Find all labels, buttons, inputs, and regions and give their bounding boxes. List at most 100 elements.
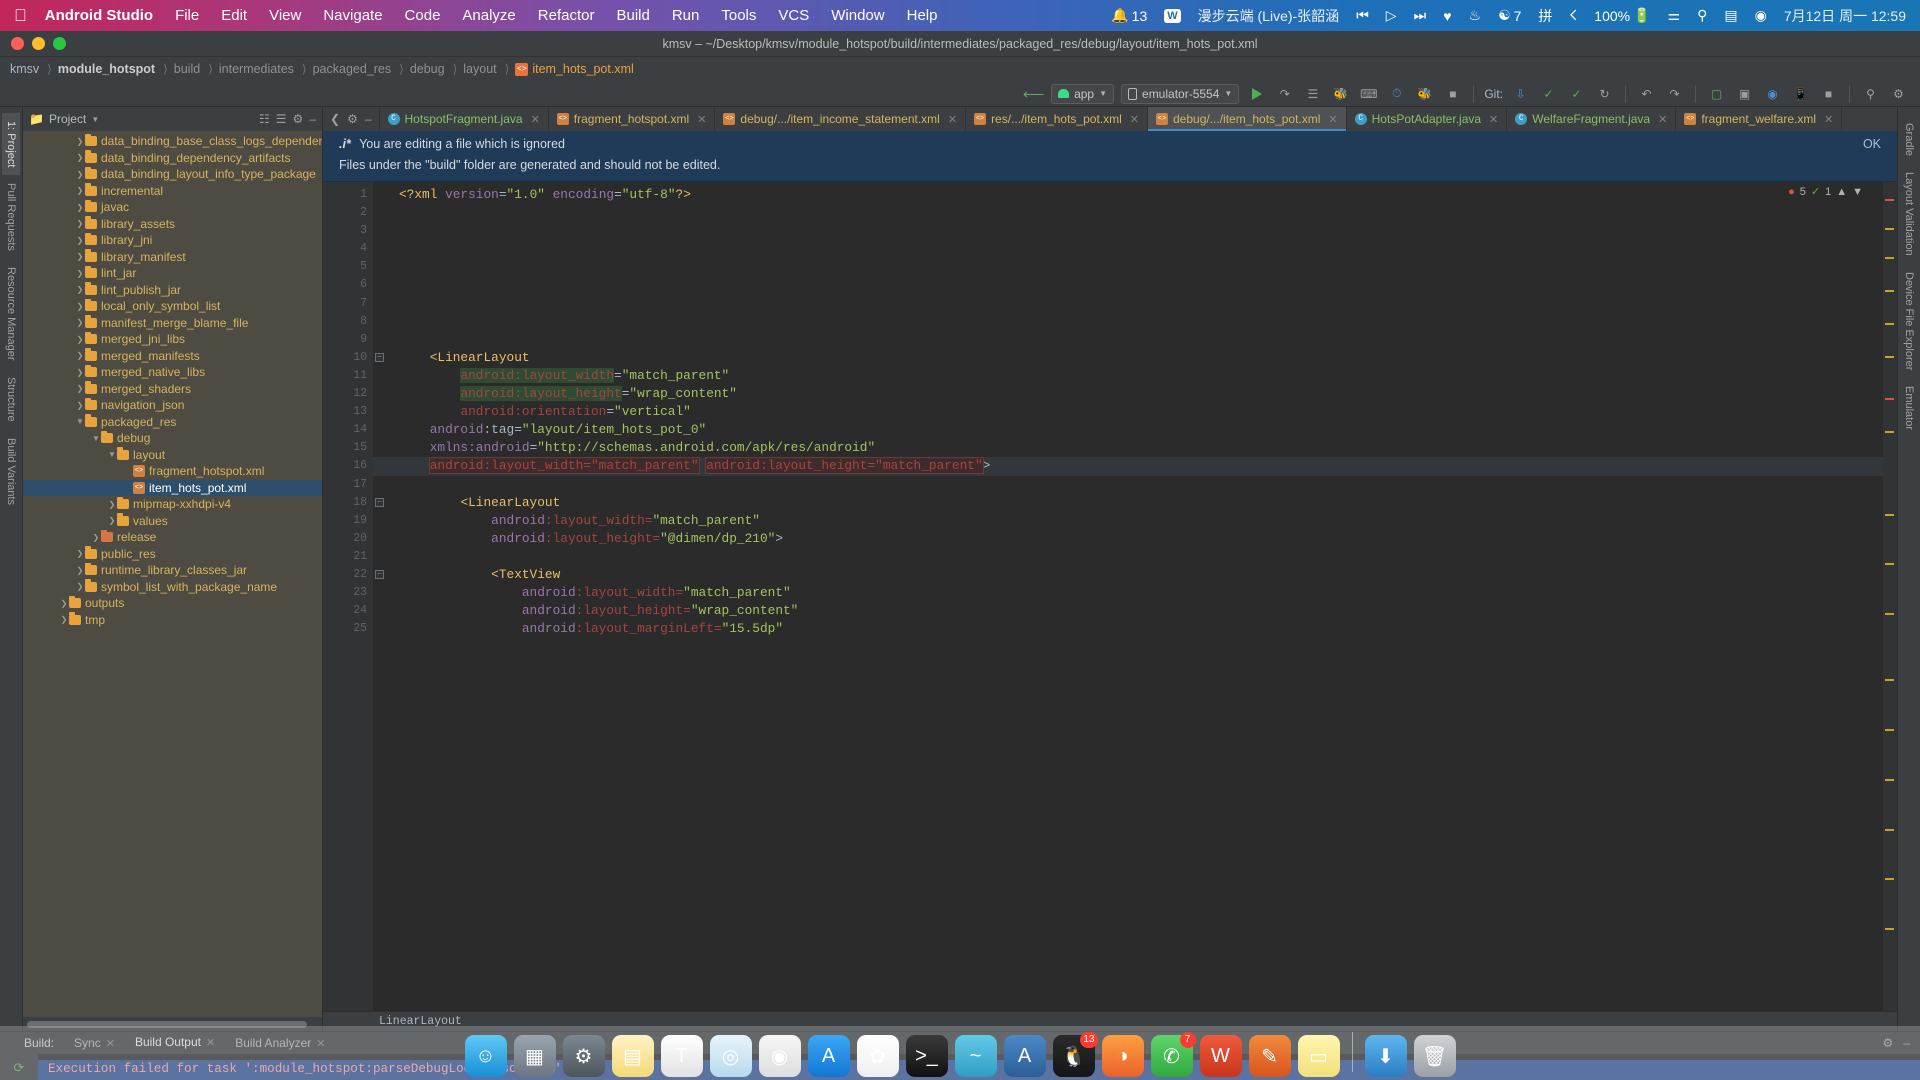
search-everywhere-icon[interactable]: ⚲ [1860, 84, 1881, 104]
launchpad-icon[interactable]: ▦ [514, 1035, 556, 1077]
wechat-icon[interactable]: ✆7 [1151, 1035, 1193, 1077]
tree-item[interactable]: ❯tmp [23, 612, 322, 629]
chevron-down-icon[interactable]: ▼ [75, 417, 85, 426]
menu-window[interactable]: Window [831, 7, 884, 24]
error-strip-mark[interactable] [1885, 928, 1894, 930]
code-line[interactable] [373, 258, 1883, 276]
git-history-icon[interactable]: ↻ [1594, 84, 1615, 104]
breadcrumb-item-kmsv[interactable]: kmsv [10, 62, 39, 76]
error-strip-mark[interactable] [1885, 290, 1894, 292]
breadcrumb-item-build[interactable]: build [174, 62, 200, 76]
chevron-right-icon[interactable]: ❯ [75, 236, 85, 245]
hide-panel-icon[interactable]: – [309, 112, 316, 126]
music-next-icon[interactable]: ⏭ [1414, 7, 1427, 24]
spotlight-search-icon[interactable]: ⚲ [1697, 7, 1707, 24]
close-icon[interactable]: ✕ [1328, 113, 1337, 126]
iterm-icon[interactable]: >_ [906, 1035, 948, 1077]
code-line[interactable]: android:orientation="vertical" [373, 403, 1883, 421]
editor-code-body[interactable]: ● 5 ✓ 1 ▲ ▼ <?xml version="1.0" encoding… [373, 182, 1883, 1011]
tree-item[interactable]: ❯data_binding_base_class_logs_dependenci… [23, 133, 322, 150]
code-line[interactable] [373, 204, 1883, 222]
breadcrumb-item-packaged-res[interactable]: packaged_res [313, 62, 392, 76]
chevron-right-icon[interactable]: ❯ [75, 368, 85, 377]
redo-icon[interactable]: ↷ [1664, 84, 1685, 104]
chevron-right-icon[interactable]: ❯ [75, 566, 85, 575]
editor-tab[interactable]: <>debug/.../item_income_statement.xml✕ [715, 107, 966, 131]
editor-tab[interactable]: <>fragment_hotspot.xml✕ [549, 107, 716, 131]
project-file-tree[interactable]: ❯data_binding_base_class_logs_dependenci… [23, 131, 322, 1017]
debug-bug-icon[interactable]: 🐝 [1330, 84, 1351, 104]
code-line[interactable] [373, 295, 1883, 313]
chevron-right-icon[interactable]: ❯ [107, 516, 117, 525]
profiler-icon[interactable]: ⏱ [1386, 84, 1407, 104]
code-line[interactable]: android:layout_height="wrap_content" [373, 602, 1883, 620]
sidebar-item-structure[interactable]: Structure [2, 369, 20, 430]
code-line[interactable]: xmlns:android="http://schemas.android.co… [373, 439, 1883, 457]
code-line[interactable]: android:layout_height="wrap_content" [373, 385, 1883, 403]
trash-icon[interactable]: 🗑 [1414, 1035, 1456, 1077]
device-selector[interactable]: emulator-5554 ▼ [1121, 84, 1239, 104]
code-line[interactable]: <LinearLayout [373, 349, 1883, 367]
code-line[interactable]: <LinearLayout [373, 494, 1883, 512]
sublime-icon[interactable]: ✎ [1249, 1035, 1291, 1077]
banner-ok-button[interactable]: OK [1863, 136, 1881, 153]
error-strip-mark[interactable] [1885, 563, 1894, 565]
code-line[interactable] [373, 476, 1883, 494]
sidebar-item-resource-manager[interactable]: Resource Manager [2, 259, 20, 369]
project-settings-gear-icon[interactable]: ⚙ [293, 112, 304, 126]
editor-tab[interactable]: <>debug/.../item_hots_pot.xml✕ [1148, 107, 1347, 131]
chevron-right-icon[interactable]: ❯ [75, 351, 85, 360]
rerun-icon[interactable]: ↷ [1274, 84, 1295, 104]
wifi-icon[interactable]: ⚌ [1668, 7, 1681, 24]
back-arrow-icon[interactable]: ⟵ [1023, 84, 1044, 104]
chevron-right-icon[interactable]: ❯ [91, 533, 101, 542]
android-studio-icon[interactable]: A [1004, 1035, 1046, 1077]
window-controls[interactable] [11, 37, 66, 50]
close-icon[interactable]: ✕ [697, 113, 706, 126]
code-line[interactable] [373, 313, 1883, 331]
sdk-manager-icon[interactable]: ▣ [1734, 84, 1755, 104]
editor-tab[interactable]: <>res/.../item_hots_pot.xml✕ [966, 107, 1148, 131]
chevron-right-icon[interactable]: ❯ [75, 269, 85, 278]
wechat-icon[interactable]: ☯7 [1498, 7, 1521, 24]
tree-item[interactable]: ❯local_only_symbol_list [23, 298, 322, 315]
chevron-right-icon[interactable]: ❯ [75, 384, 85, 393]
menu-build[interactable]: Build [616, 7, 649, 24]
layout-inspector-icon[interactable]: ◉ [1762, 84, 1783, 104]
close-icon[interactable]: ✕ [1658, 113, 1667, 126]
error-strip-mark[interactable] [1885, 878, 1894, 880]
tree-item[interactable]: ❯library_manifest [23, 249, 322, 266]
system-preferences-icon[interactable]: ⚙ [563, 1035, 605, 1077]
heart-icon[interactable]: ♥ [1443, 8, 1451, 24]
code-line[interactable]: <?xml version="1.0" encoding="utf-8"?> [373, 186, 1883, 204]
code-line[interactable] [373, 276, 1883, 294]
close-icon[interactable]: ✕ [531, 113, 540, 126]
code-line[interactable] [373, 222, 1883, 240]
stop-square-icon[interactable]: ■ [1818, 84, 1839, 104]
chevron-down-icon[interactable]: ▼ [91, 434, 101, 443]
breadcrumb-item-file[interactable]: item_hots_pot.xml [532, 62, 633, 76]
error-strip-mark[interactable] [1885, 257, 1894, 259]
tree-item[interactable]: ❯data_binding_dependency_artifacts [23, 150, 322, 167]
menu-app-name[interactable]: Android Studio [45, 7, 153, 24]
chevron-right-icon[interactable]: ❯ [75, 186, 85, 195]
firefox-icon[interactable]: ◑ [1102, 1035, 1144, 1077]
code-line[interactable]: android:layout_width="match_parent" [373, 584, 1883, 602]
close-icon[interactable]: ✕ [1824, 113, 1833, 126]
sidebar-item-emulator[interactable]: Emulator [1900, 378, 1918, 438]
avd-device-icon[interactable]: 📱 [1790, 84, 1811, 104]
chevron-right-icon[interactable]: ❯ [75, 285, 85, 294]
tree-item[interactable]: ❯incremental [23, 183, 322, 200]
tree-item[interactable]: ❯symbol_list_with_package_name [23, 579, 322, 596]
menu-edit[interactable]: Edit [221, 7, 247, 24]
chevron-right-icon[interactable]: ❯ [75, 219, 85, 228]
menu-vcs[interactable]: VCS [778, 7, 809, 24]
chevron-right-icon[interactable]: ❯ [75, 401, 85, 410]
git-commit-icon[interactable]: ✓ [1538, 84, 1559, 104]
menu-file[interactable]: File [175, 7, 199, 24]
git-push-icon[interactable]: ✓ [1566, 84, 1587, 104]
undo-icon[interactable]: ↶ [1636, 84, 1657, 104]
menu-view[interactable]: View [269, 7, 301, 24]
menu-refactor[interactable]: Refactor [538, 7, 595, 24]
tree-item[interactable]: ❯library_jni [23, 232, 322, 249]
